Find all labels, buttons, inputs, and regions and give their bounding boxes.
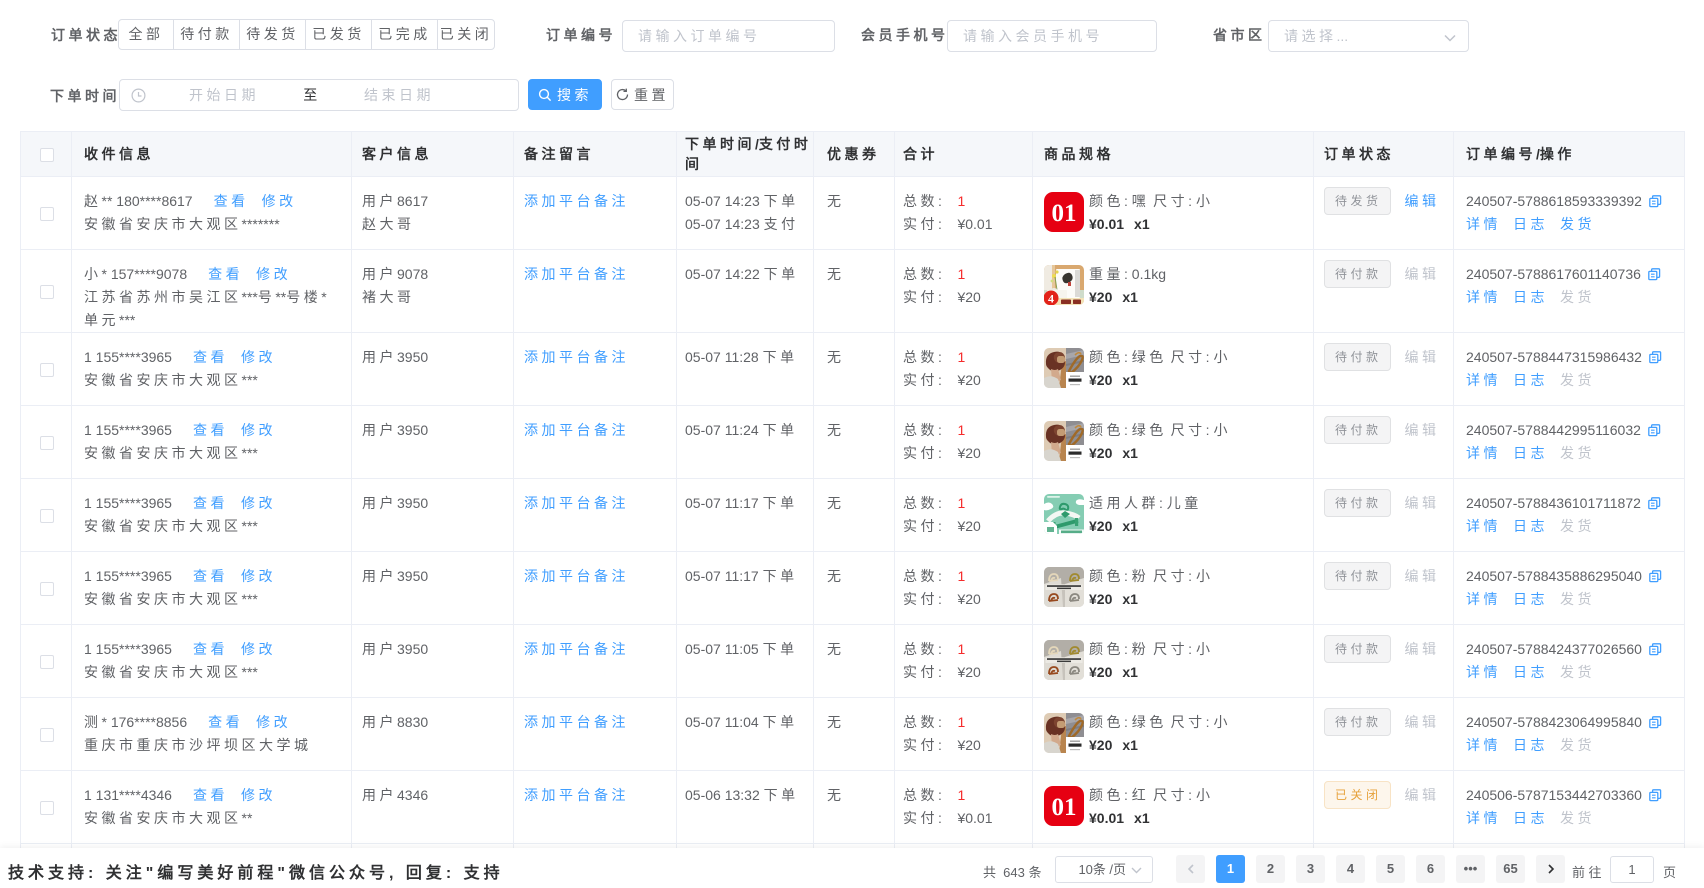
- svg-text:01: 01: [1052, 794, 1077, 821]
- svg-text:4: 4: [1048, 292, 1054, 306]
- svg-text:01: 01: [1052, 200, 1077, 227]
